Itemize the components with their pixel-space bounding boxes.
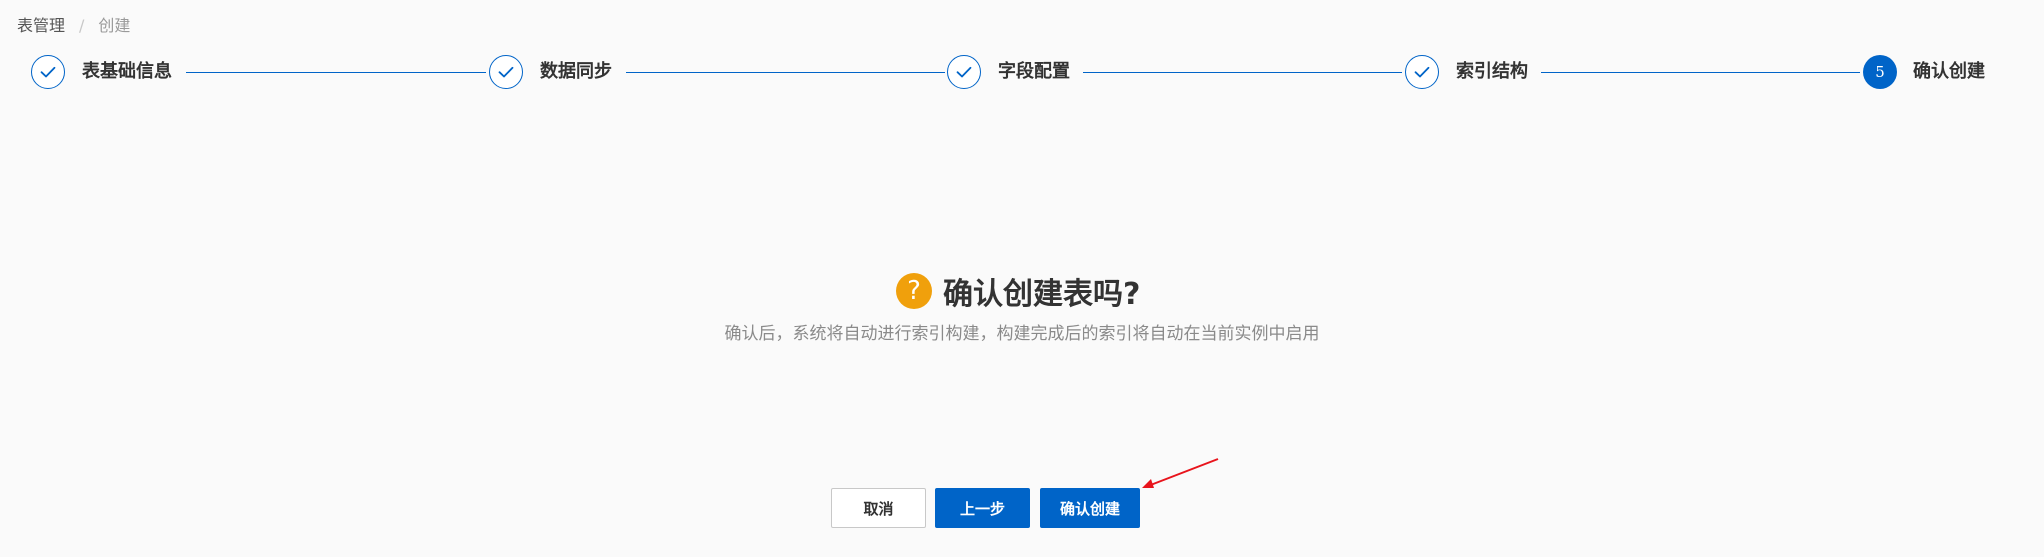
step-1-label: 表基础信息	[82, 61, 172, 82]
step-connector	[186, 72, 486, 73]
step-connector	[626, 72, 945, 73]
step-2-check-icon	[489, 55, 523, 89]
step-3-check-icon	[947, 55, 981, 89]
confirm-description: 确认后，系统将自动进行索引构建，构建完成后的索引将自动在当前实例中启用	[724, 324, 1320, 344]
step-connector	[1541, 72, 1860, 73]
breadcrumb-separator: /	[79, 16, 85, 35]
steps: 表基础信息 数据同步 字段配置 索引结构 5 确认创建	[31, 55, 2024, 91]
step-4-label: 索引结构	[1456, 61, 1528, 82]
question-icon: ?	[896, 273, 932, 309]
breadcrumb-item-create: 创建	[98, 16, 131, 35]
step-connector	[1083, 72, 1402, 73]
confirm-create-button[interactable]: 确认创建	[1040, 488, 1140, 528]
confirm-title: 确认创建表吗?	[943, 277, 1141, 312]
step-4-check-icon	[1405, 55, 1439, 89]
breadcrumb-item-table-management[interactable]: 表管理	[17, 14, 65, 38]
confirm-heading: ? 确认创建表吗?	[896, 269, 1140, 313]
step-2-label: 数据同步	[540, 61, 612, 82]
breadcrumb: 表管理 / 创建	[17, 14, 130, 38]
step-1-check-icon	[31, 55, 65, 89]
step-5-label: 确认创建	[1913, 61, 1985, 82]
cancel-button[interactable]: 取消	[831, 488, 926, 528]
annotation-arrow-icon	[1142, 458, 1219, 488]
previous-step-button[interactable]: 上一步	[935, 488, 1030, 528]
step-3-label: 字段配置	[998, 61, 1070, 82]
step-5-number: 5	[1863, 55, 1897, 89]
